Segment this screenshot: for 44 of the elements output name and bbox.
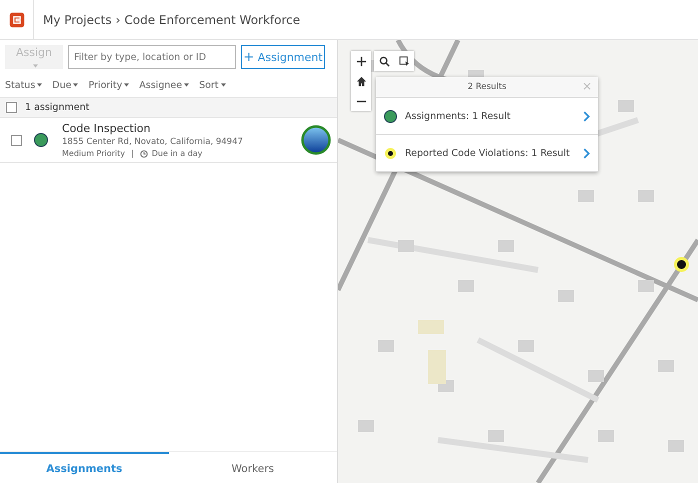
clock-icon — [140, 150, 148, 158]
result-row[interactable]: Reported Code Violations: 1 Result — [376, 135, 598, 172]
separator: | — [131, 149, 134, 158]
filter-dropdown[interactable]: Due — [52, 80, 78, 91]
breadcrumb-separator: › — [116, 12, 120, 26]
zoom-out-button[interactable] — [351, 91, 371, 111]
worker-avatar — [301, 125, 331, 155]
caret-icon — [220, 83, 226, 88]
filter-dropdown[interactable]: Sort — [199, 80, 226, 91]
caret-icon — [124, 83, 130, 88]
select-all-checkbox[interactable] — [6, 102, 17, 113]
select-cursor-icon — [398, 56, 410, 66]
home-icon — [356, 76, 366, 86]
zoom-in-button[interactable] — [351, 51, 371, 71]
assignment-checkbox[interactable] — [11, 134, 22, 146]
plus-icon — [356, 56, 366, 66]
result-label: Reported Code Violations: 1 Result — [405, 148, 571, 158]
result-label: Assignments: 1 Result — [405, 110, 512, 122]
add-assignment-button[interactable]: + Assignment — [241, 45, 325, 69]
project-title: Code Enforcement Workforce — [124, 12, 300, 26]
filter-dropdown[interactable]: Status — [5, 80, 42, 91]
breadcrumb-link[interactable]: My Projects — [43, 12, 112, 26]
violation-dot-icon — [385, 148, 396, 158]
priority-label: Medium Priority — [62, 149, 126, 158]
chevron-right-icon — [583, 148, 590, 158]
due-label: Due in a day — [152, 149, 202, 158]
caret-icon — [37, 83, 42, 88]
chevron-right-icon — [583, 110, 590, 122]
app-logo-icon — [8, 12, 24, 28]
caret-icon — [32, 64, 38, 68]
result-row[interactable]: Assignments: 1 Result — [376, 98, 598, 135]
caret-icon — [184, 83, 190, 88]
caret-icon — [73, 83, 78, 88]
filter-dropdown[interactable]: Assignee — [139, 80, 190, 91]
filter-dropdown[interactable]: Priority — [88, 80, 130, 91]
assignment-address: 1855 Center Rd, Novato, California, 94947 — [62, 137, 244, 147]
assignment-dot-icon — [384, 110, 397, 122]
select-button[interactable] — [394, 51, 414, 71]
search-button[interactable] — [374, 51, 394, 71]
filter-field[interactable]: Filter by type, location or ID — [68, 45, 236, 69]
assignment-count: 1 assignment — [25, 102, 90, 113]
popup-title: 2 Results — [468, 82, 506, 92]
assignment-title[interactable]: Code Inspection — [62, 122, 301, 135]
search-icon — [378, 56, 390, 66]
